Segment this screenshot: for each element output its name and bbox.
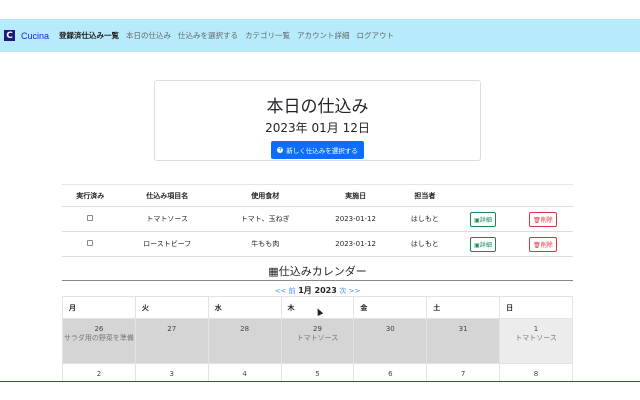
bottom-blank — [0, 382, 640, 400]
day-number: 31 — [458, 325, 468, 333]
item-person: はしもと — [396, 206, 453, 232]
nav-select[interactable]: 仕込みを選択する — [178, 30, 238, 41]
weekday-header: 日 — [499, 296, 573, 319]
prep-table: 実行済み 仕込み項目名 使用食材 実施日 担当者 トマトソース トマト、玉ねぎ … — [62, 184, 573, 257]
calendar-event[interactable]: サラダ用の野菜を準備 — [63, 333, 135, 344]
weekday-header: 火 — [134, 296, 209, 319]
done-checkbox[interactable] — [87, 240, 94, 246]
nav-today[interactable]: 本日の仕込み — [126, 30, 171, 41]
detail-button[interactable]: ▣詳細 — [470, 211, 496, 227]
done-checkbox[interactable] — [87, 215, 94, 221]
nav-registered-list[interactable]: 登録済仕込み一覧 — [59, 30, 119, 41]
weekday-header: 金 — [353, 296, 428, 319]
calendar-event[interactable]: トマトソース — [282, 333, 354, 344]
delete-label: 削除 — [540, 216, 553, 224]
calendar-day[interactable]: 26 サラダ用の野菜を準備 — [62, 318, 136, 364]
calendar-event[interactable]: トマトソース — [500, 333, 572, 344]
current-month: 1月 2023 — [298, 286, 337, 295]
col-ingredients: 使用食材 — [215, 184, 315, 207]
nav-logout[interactable]: ログアウト — [357, 30, 395, 41]
weekday-header: 月 — [62, 296, 136, 319]
next-month-link[interactable]: 次 >> — [339, 287, 360, 295]
table-row: トマトソース トマト、玉ねぎ 2023-01-12 はしもと ▣詳細 🗑削除 — [62, 206, 573, 232]
nav-categories[interactable]: カテゴリ一覧 — [245, 30, 290, 41]
delete-button[interactable]: 🗑削除 — [529, 211, 557, 227]
item-date: 2023-01-12 — [314, 206, 397, 232]
logo[interactable]: C — [4, 30, 15, 41]
day-number: 1 — [533, 325, 539, 333]
col-done: 実行済み — [62, 184, 119, 207]
new-prep-label: 新しく仕込みを選択する — [286, 147, 358, 155]
calendar-nav: << 前 1月 2023 次 >> — [62, 285, 573, 296]
day-number: 29 — [312, 325, 322, 333]
today-card: 本日の仕込み 2023年 01月 12日 + 新しく仕込みを選択する — [154, 80, 481, 161]
col-delete — [513, 184, 573, 207]
today-date: 2023年 01月 12日 — [265, 121, 370, 135]
calendar-title-text: 仕込みカレンダー — [278, 265, 367, 278]
col-name: 仕込み項目名 — [118, 184, 216, 207]
item-person: はしもと — [396, 231, 453, 257]
detail-label: 詳細 — [479, 241, 492, 249]
plus-circle-icon: + — [277, 146, 284, 153]
new-prep-button[interactable]: + 新しく仕込みを選択する — [271, 141, 364, 159]
nav-account[interactable]: アカウント詳細 — [297, 30, 350, 41]
item-name: ローストビーフ — [118, 231, 216, 257]
item-ingredients: 牛もも肉 — [215, 231, 315, 257]
item-date: 2023-01-12 — [314, 231, 397, 257]
col-date: 実施日 — [314, 184, 397, 207]
calendar-title: ▦仕込みカレンダー — [62, 263, 573, 281]
calendar-day[interactable]: 30 — [353, 318, 428, 364]
col-detail — [453, 184, 513, 207]
weekday-header: 水 — [207, 296, 282, 319]
day-number: 30 — [385, 325, 395, 333]
calendar-day[interactable]: 28 — [207, 318, 282, 364]
navbar: C Cucina 登録済仕込み一覧 本日の仕込み 仕込みを選択する カテゴリ一覧… — [0, 19, 640, 52]
item-ingredients: トマト、玉ねぎ — [215, 206, 315, 232]
calendar-day[interactable]: 31 — [426, 318, 501, 364]
day-number: 28 — [240, 325, 250, 333]
calendar-day[interactable]: 1 トマトソース — [499, 318, 573, 364]
calendar-day[interactable]: 29 トマトソース — [280, 318, 355, 364]
delete-label: 削除 — [540, 241, 553, 249]
calendar-icon: ▦ — [268, 265, 279, 278]
detail-button[interactable]: ▣詳細 — [470, 236, 496, 252]
detail-label: 詳細 — [479, 216, 492, 224]
day-number: 27 — [167, 325, 177, 333]
day-number: 26 — [94, 325, 104, 333]
item-name: トマトソース — [118, 206, 216, 232]
table-row: ローストビーフ 牛もも肉 2023-01-12 はしもと ▣詳細 🗑削除 — [62, 231, 573, 257]
weekday-header: 土 — [426, 296, 501, 319]
col-person: 担当者 — [396, 184, 453, 207]
calendar-day[interactable]: 27 — [134, 318, 209, 364]
page-title: 本日の仕込み — [266, 97, 369, 117]
delete-button[interactable]: 🗑削除 — [529, 236, 557, 252]
brand-link[interactable]: Cucina — [21, 31, 49, 41]
prev-month-link[interactable]: << 前 — [275, 287, 296, 295]
